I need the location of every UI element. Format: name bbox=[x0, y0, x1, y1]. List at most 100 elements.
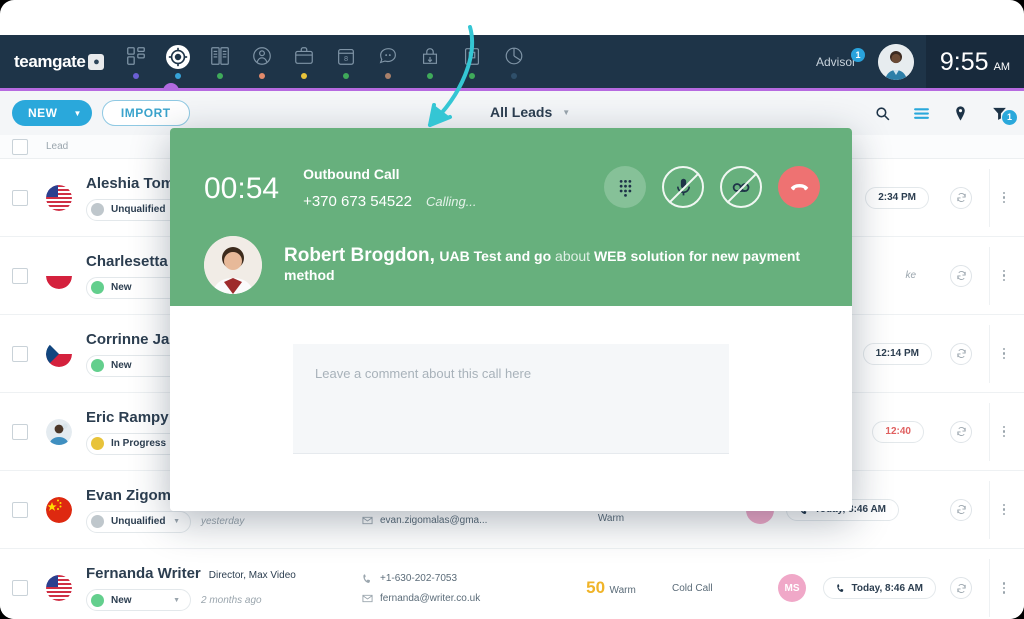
status-dot bbox=[91, 359, 104, 372]
nav-item-people[interactable] bbox=[241, 35, 283, 88]
chevron-down-icon: ▼ bbox=[173, 518, 180, 525]
logo-mark-icon: ● bbox=[88, 53, 105, 70]
header-right-group: Advisor 1 9:55 AM bbox=[816, 35, 1024, 88]
call-modal: 00:54 Outbound Call +370 673 54522 Calli… bbox=[170, 128, 852, 511]
dialpad-button[interactable] bbox=[604, 166, 646, 208]
row-checkbox[interactable] bbox=[12, 189, 28, 206]
chevron-down-icon: ▼ bbox=[173, 596, 180, 604]
search-icon[interactable] bbox=[874, 105, 891, 122]
nav-item-security[interactable] bbox=[409, 35, 451, 88]
calendar-icon: 8 bbox=[338, 48, 354, 65]
contact-name: Robert Brogdon, bbox=[284, 245, 435, 266]
nav-item-chat[interactable] bbox=[367, 35, 409, 88]
refresh-icon[interactable] bbox=[950, 342, 972, 365]
row-menu-button[interactable] bbox=[996, 191, 1012, 204]
score-block: 50 Warm bbox=[576, 578, 646, 598]
advisor-badge: 1 bbox=[851, 47, 865, 62]
import-button[interactable]: IMPORT bbox=[101, 100, 190, 126]
list-view-icon[interactable] bbox=[913, 105, 930, 122]
contact-details: +1-630-202-7053 fernanda@writer.co.uk bbox=[362, 573, 562, 604]
nav-item-leads[interactable] bbox=[157, 35, 199, 88]
mute-microphone-button[interactable] bbox=[662, 166, 704, 208]
refresh-icon[interactable] bbox=[950, 264, 972, 287]
phone-row[interactable]: +1-630-202-7053 bbox=[362, 573, 562, 584]
nav-item-reports[interactable] bbox=[493, 35, 535, 88]
score-label: Warm bbox=[609, 585, 636, 596]
status-label: New bbox=[111, 360, 132, 371]
last-activity-label: yesterday bbox=[201, 516, 245, 527]
call-comment-input[interactable]: Leave a comment about this call here bbox=[293, 344, 729, 454]
email-row[interactable]: fernanda@writer.co.uk bbox=[362, 593, 562, 604]
row-menu-button[interactable] bbox=[996, 582, 1012, 594]
call-status-label: Calling... bbox=[425, 194, 477, 209]
row-menu-button[interactable] bbox=[996, 503, 1012, 516]
call-action-buttons bbox=[604, 166, 820, 208]
refresh-icon[interactable] bbox=[950, 498, 972, 521]
status-badge[interactable]: Unqualified ▼ bbox=[86, 510, 191, 533]
activity-time-label: 2:34 PM bbox=[878, 192, 916, 203]
hangup-button[interactable] bbox=[778, 166, 820, 208]
email-row[interactable]: evan.zigomalas@gma... bbox=[362, 515, 562, 526]
row-divider bbox=[989, 481, 990, 539]
new-button[interactable]: NEW ▼ bbox=[12, 100, 92, 126]
toolbar-actions: 1 bbox=[874, 105, 1024, 125]
nav-dot-security bbox=[427, 73, 433, 79]
status-dot bbox=[91, 515, 104, 528]
status-label: In Progress bbox=[111, 438, 167, 449]
nav-dot-calendar bbox=[343, 73, 349, 79]
row-checkbox[interactable] bbox=[12, 501, 28, 518]
activity-time-pill[interactable]: 12:14 PM bbox=[862, 342, 932, 365]
status-dot bbox=[91, 437, 104, 450]
dashboard-icon bbox=[127, 47, 145, 65]
import-button-label: IMPORT bbox=[120, 106, 171, 120]
row-checkbox[interactable] bbox=[12, 423, 28, 440]
refresh-icon[interactable] bbox=[950, 577, 972, 599]
row-menu-button[interactable] bbox=[996, 269, 1012, 282]
advisor-label: Advisor bbox=[815, 54, 856, 69]
top-navigation-bar: teamgate ● 8 Advisor 1 9:55 AM bbox=[0, 35, 1024, 88]
nav-item-contacts[interactable] bbox=[199, 35, 241, 88]
nav-item-dashboard[interactable] bbox=[115, 35, 157, 88]
nav-item-deals[interactable] bbox=[283, 35, 325, 88]
row-menu-button[interactable] bbox=[996, 425, 1012, 438]
deals-briefcase-icon bbox=[295, 47, 313, 64]
table-row[interactable]: Fernanda Writer Director, Max Video New … bbox=[0, 549, 1024, 619]
filter-icon[interactable]: 1 bbox=[991, 105, 1017, 125]
avatar[interactable] bbox=[878, 43, 914, 80]
logo-text: teamgate bbox=[14, 51, 86, 71]
owner-avatar[interactable]: MS bbox=[778, 574, 806, 602]
activity-time-pill[interactable]: 2:34 PM bbox=[865, 186, 929, 209]
refresh-icon[interactable] bbox=[950, 186, 972, 209]
refresh-icon[interactable] bbox=[950, 420, 972, 443]
row-checkbox[interactable] bbox=[12, 580, 28, 596]
view-selector[interactable]: All Leads ▼ bbox=[490, 104, 570, 120]
contacts-icon bbox=[211, 47, 229, 65]
country-flag-icon bbox=[46, 575, 72, 601]
clock-time: 9:55 bbox=[939, 48, 989, 76]
map-pin-icon[interactable] bbox=[952, 105, 969, 122]
call-meta: Outbound Call +370 673 54522 Calling... bbox=[303, 158, 476, 210]
lead-info: Fernanda Writer Director, Max Video New … bbox=[86, 565, 336, 611]
row-menu-button[interactable] bbox=[996, 347, 1012, 360]
email-label: fernanda@writer.co.uk bbox=[380, 592, 481, 604]
activity-time-label: 12:40 bbox=[885, 426, 911, 437]
activity-time-pill[interactable]: 12:40 bbox=[872, 420, 924, 443]
country-flag-icon bbox=[46, 496, 72, 523]
view-selector-label: All Leads bbox=[490, 104, 553, 120]
chevron-down-icon: ▼ bbox=[562, 107, 571, 117]
status-dot bbox=[91, 203, 104, 216]
activity-time-pill[interactable]: Today, 8:46 AM bbox=[822, 577, 936, 599]
select-all-checkbox[interactable] bbox=[12, 138, 28, 155]
phone-label: +1-630-202-7053 bbox=[380, 572, 458, 584]
status-badge[interactable]: New ▼ bbox=[86, 589, 191, 611]
advisor-button[interactable]: Advisor 1 bbox=[815, 47, 865, 69]
about-word: about bbox=[555, 248, 591, 264]
nav-item-calendar[interactable]: 8 bbox=[325, 35, 367, 88]
record-disabled-button[interactable] bbox=[720, 166, 762, 208]
call-modal-body: Leave a comment about this call here bbox=[170, 306, 852, 511]
row-checkbox[interactable] bbox=[12, 267, 28, 284]
nav-item-inbox[interactable] bbox=[451, 35, 493, 88]
call-contact-info: Robert Brogdon, UAB Test and go about WE… bbox=[284, 245, 820, 285]
row-checkbox[interactable] bbox=[12, 345, 28, 362]
teamgate-logo[interactable]: teamgate ● bbox=[0, 52, 115, 72]
